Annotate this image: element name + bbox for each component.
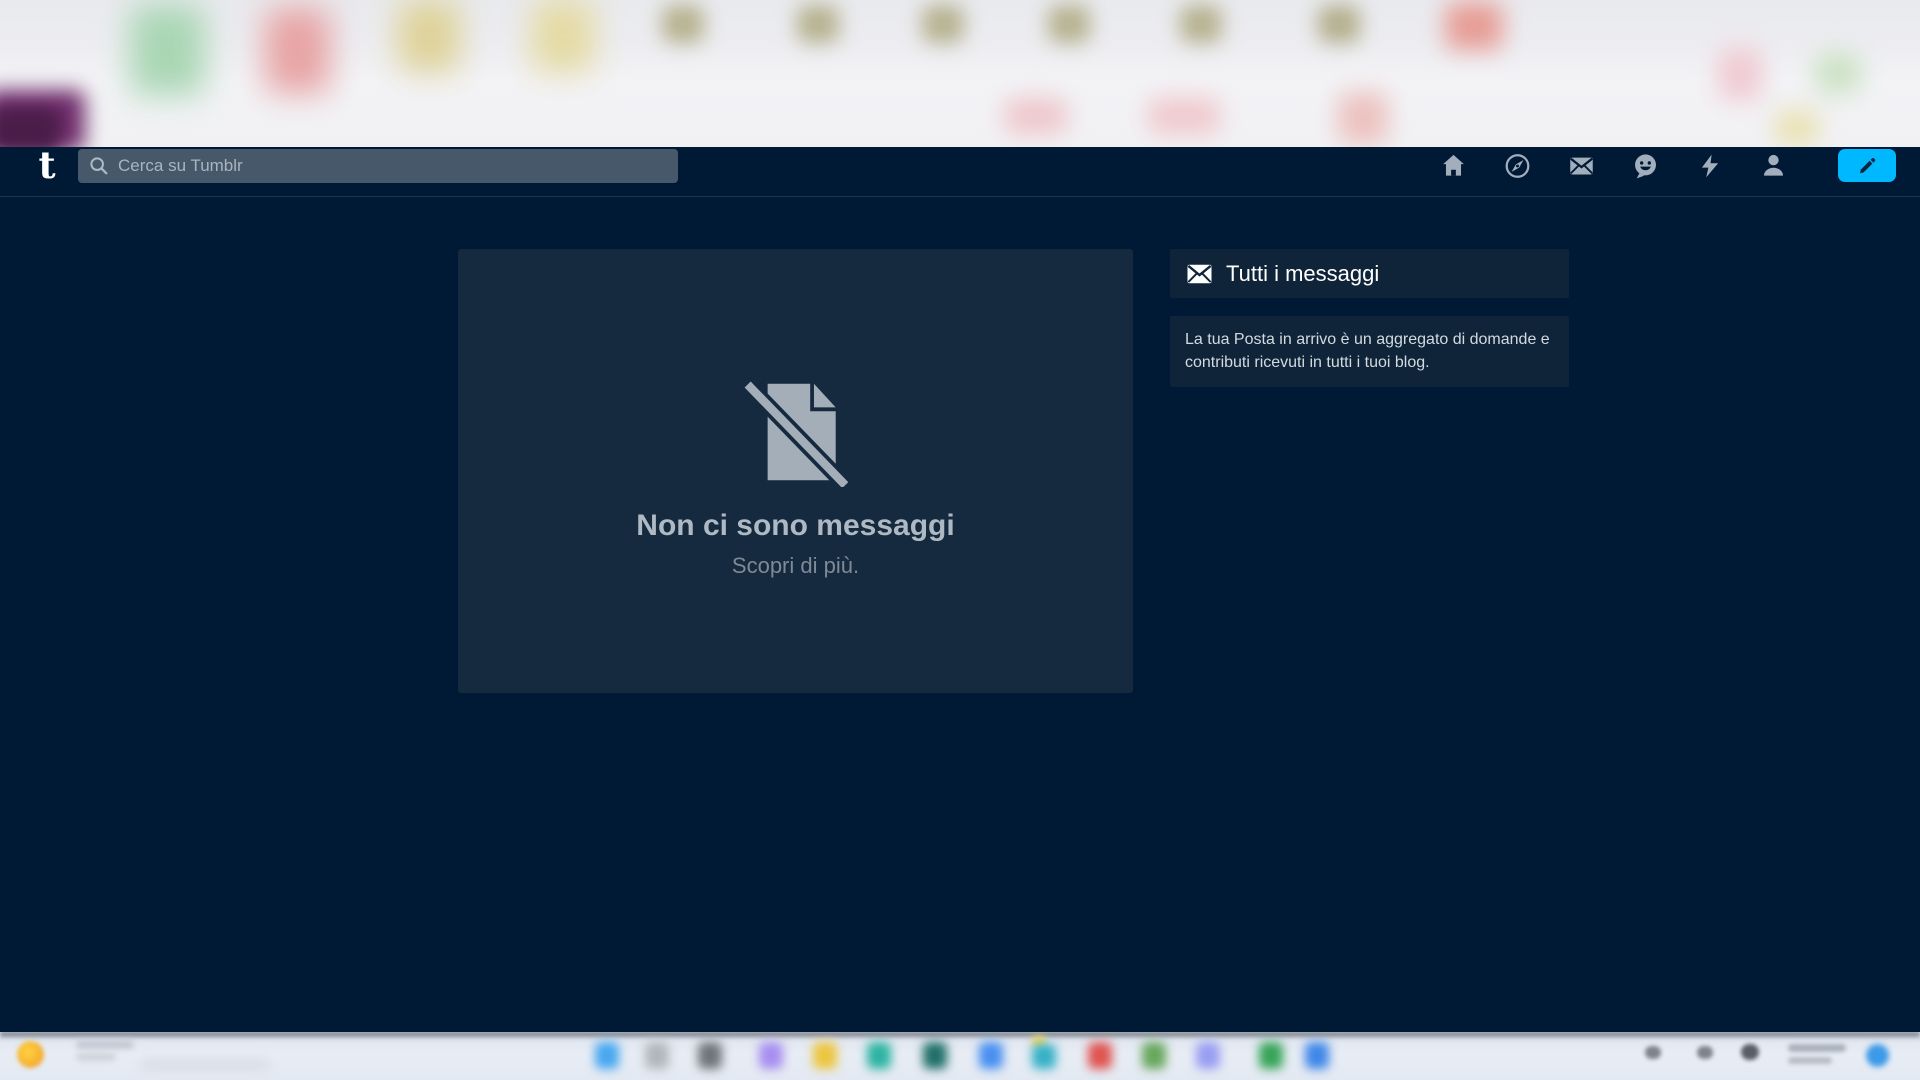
browser-blur-blob xyxy=(1445,2,1503,50)
pencil-icon xyxy=(1855,154,1879,178)
taskbar-icon-blob[interactable] xyxy=(645,1042,669,1069)
tumblr-logo[interactable]: t xyxy=(30,148,64,184)
taskbar-icon-blob[interactable] xyxy=(17,1041,44,1068)
explore-button[interactable] xyxy=(1504,152,1531,179)
messaging-button[interactable] xyxy=(1632,152,1659,179)
chat-smiley-icon xyxy=(1632,152,1659,180)
all-messages-title: Tutti i messaggi xyxy=(1226,261,1379,287)
taskbar-icon-blob[interactable] xyxy=(140,1058,270,1072)
no-messages-icon xyxy=(744,377,848,487)
taskbar-icon-blob[interactable] xyxy=(76,1040,134,1049)
account-button[interactable] xyxy=(1760,152,1787,179)
browser-blur-blob xyxy=(1338,92,1388,144)
messages-sidebar: Tutti i messaggi La tua Posta in arrivo … xyxy=(1170,249,1569,387)
all-messages-header: Tutti i messaggi xyxy=(1170,249,1569,298)
taskbar-icon-blob[interactable] xyxy=(1088,1042,1112,1069)
compass-icon xyxy=(1504,152,1531,180)
taskbar-icon-blob[interactable] xyxy=(1142,1042,1166,1069)
browser-blur-blob xyxy=(1318,5,1360,43)
browser-blur-blob xyxy=(1815,52,1861,94)
messages-page: Non ci sono messaggi Scopri di più. Tutt… xyxy=(0,198,1920,1032)
browser-blur-blob xyxy=(922,5,964,43)
taskbar-icon-blob[interactable] xyxy=(923,1042,947,1069)
search-icon xyxy=(88,155,110,177)
taskbar-icon-blob[interactable] xyxy=(759,1042,783,1069)
browser-blur-blob xyxy=(130,5,205,95)
home-icon xyxy=(1440,152,1467,179)
browser-blur-blob xyxy=(1005,98,1067,134)
compose-button[interactable] xyxy=(1838,149,1896,182)
taskbar-icon-blob[interactable] xyxy=(1866,1044,1889,1067)
browser-blur-blob xyxy=(662,5,704,43)
browser-blur-blob xyxy=(1048,5,1090,43)
taskbar-icon-blob[interactable] xyxy=(979,1042,1003,1069)
browser-blur-blob xyxy=(1718,48,1762,100)
taskbar-icon-blob[interactable] xyxy=(698,1042,722,1069)
activity-button[interactable] xyxy=(1696,152,1723,179)
taskbar-icon-blob[interactable] xyxy=(76,1053,116,1061)
taskbar-icon-blob[interactable] xyxy=(1032,1044,1056,1069)
browser-blur-blob xyxy=(532,0,594,72)
taskbar-icon-blob[interactable] xyxy=(1697,1046,1713,1059)
taskbar-icon-blob[interactable] xyxy=(1645,1046,1661,1059)
taskbar-icon-blob[interactable] xyxy=(1788,1057,1832,1064)
taskbar-icon-blob[interactable] xyxy=(1259,1042,1283,1069)
browser-blur-blob xyxy=(1775,110,1819,146)
taskbar-icon-blob[interactable] xyxy=(1305,1042,1329,1069)
taskbar-icon-blob[interactable] xyxy=(595,1042,619,1069)
learn-more-link[interactable]: Scopri di più. xyxy=(732,553,859,579)
envelope-icon xyxy=(1568,152,1595,180)
browser-blur-blob xyxy=(265,8,330,93)
home-button[interactable] xyxy=(1440,152,1467,179)
inbox-description: La tua Posta in arrivo è un aggregato di… xyxy=(1170,316,1569,387)
taskbar-icon-blob[interactable] xyxy=(1741,1044,1759,1060)
browser-blur-blob xyxy=(0,108,60,147)
search-input[interactable] xyxy=(118,156,668,176)
browser-blur-blob xyxy=(1180,5,1222,43)
nav-icon-group xyxy=(1440,149,1896,182)
lightning-icon xyxy=(1697,153,1723,179)
taskbar-icon-blob[interactable] xyxy=(813,1042,837,1069)
browser-blur-blob xyxy=(1148,98,1220,134)
taskbar-icon-blob[interactable] xyxy=(867,1042,891,1069)
empty-state-title: Non ci sono messaggi xyxy=(636,509,954,543)
windows-taskbar[interactable] xyxy=(0,1032,1920,1080)
tumblr-navbar: t xyxy=(0,147,1920,197)
search-bar[interactable] xyxy=(78,149,678,183)
screen: t xyxy=(0,0,1920,1080)
taskbar-icon-blob[interactable] xyxy=(1196,1042,1220,1069)
person-icon xyxy=(1760,152,1787,179)
inbox-button[interactable] xyxy=(1568,152,1595,179)
envelope-icon xyxy=(1186,262,1213,286)
browser-blur-blob xyxy=(797,5,839,43)
taskbar-icon-blob[interactable] xyxy=(1788,1044,1846,1052)
taskbar-top-shade xyxy=(0,1032,1920,1039)
browser-blur-blob xyxy=(398,0,460,72)
browser-chrome-blurred xyxy=(0,0,1920,147)
empty-messages-panel: Non ci sono messaggi Scopri di più. xyxy=(458,249,1133,693)
